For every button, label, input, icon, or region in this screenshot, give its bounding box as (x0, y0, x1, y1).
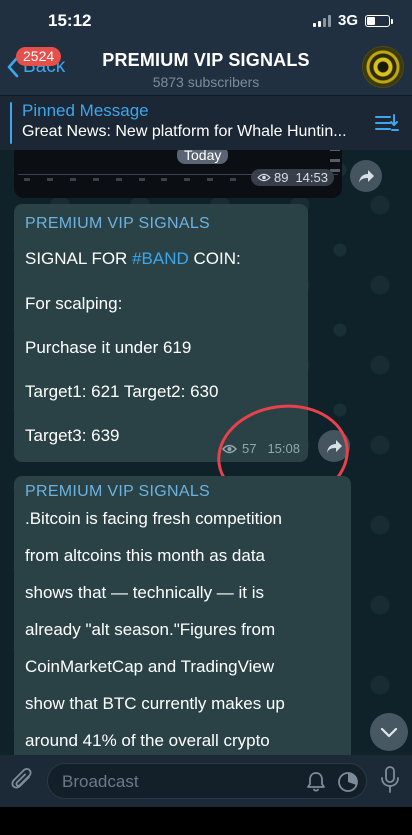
message-input-bar: Broadcast (0, 755, 412, 807)
eye-icon (257, 173, 271, 182)
pinned-text: Great News: New platform for Whale Hunti… (22, 123, 347, 140)
scroll-down-button[interactable] (370, 713, 408, 751)
photo-meta: 89 14:53 (250, 169, 334, 186)
battery-icon (365, 14, 393, 27)
pinned-list-icon[interactable] (374, 111, 400, 135)
input-placeholder: Broadcast (62, 772, 139, 791)
share-button[interactable] (350, 160, 382, 192)
news-message[interactable]: PREMIUM VIP SIGNALS .Bitcoin is facing f… (14, 476, 351, 755)
status-indicators: 3G (312, 12, 393, 29)
message-line: CoinMarketCap and TradingView (25, 657, 275, 676)
message-line: For scalping: (25, 294, 123, 313)
pinned-indicator (10, 102, 12, 144)
message-line: Target1: 621 Target2: 630 (25, 382, 219, 401)
message-line: Target3: 639 (25, 426, 120, 445)
channel-title: PREMIUM VIP SIGNALS (102, 50, 310, 70)
chat-area[interactable]: Today 89 14:53 PREMIUM VIP SIGNALS SIGNA… (0, 150, 412, 755)
timer-icon[interactable] (337, 771, 359, 793)
channel-info[interactable]: PREMIUM VIP SIGNALS 5873 subscribers (0, 50, 412, 90)
message-line: Purchase it under 619 (25, 338, 192, 357)
status-time: 15:12 (48, 11, 92, 30)
message-line: shows that — technically — it is (25, 583, 265, 602)
photo-views: 89 (273, 170, 289, 185)
signal-icon (312, 14, 331, 27)
photo-message[interactable]: Today 89 14:53 (14, 150, 342, 198)
hashtag-link[interactable]: #BAND (132, 249, 189, 268)
chat-header: Back 2524 PREMIUM VIP SIGNALS 5873 subsc… (0, 40, 412, 95)
network-label: 3G (337, 12, 358, 29)
pinned-message-bar[interactable]: Pinned Message Great News: New platform … (0, 95, 412, 150)
bell-icon[interactable] (306, 771, 326, 793)
mic-icon[interactable] (380, 765, 400, 795)
share-icon (358, 169, 374, 183)
message-line: around 41% of the overall crypto (25, 731, 270, 750)
message-line: from altcoins this month as data (25, 546, 266, 565)
channel-avatar[interactable] (362, 46, 404, 88)
message-line: show that BTC currently makes up (25, 694, 285, 713)
chevron-down-icon (380, 727, 398, 737)
message-line: .Bitcoin is facing fresh competition (25, 509, 283, 528)
photo-time: 14:53 (295, 170, 328, 185)
date-label: Today (177, 150, 229, 164)
pinned-title: Pinned Message (22, 101, 149, 120)
broadcast-input[interactable]: Broadcast (47, 763, 367, 799)
message-line: already "alt season."Figures from (25, 620, 276, 639)
home-indicator-area (0, 807, 412, 835)
subscriber-count: 5873 subscribers (152, 74, 260, 90)
status-bar: 15:12 3G (0, 0, 412, 40)
message-sender: PREMIUM VIP SIGNALS (25, 215, 211, 232)
message-line: SIGNAL FOR #BAND COIN: (25, 249, 241, 268)
message-sender: PREMIUM VIP SIGNALS (25, 483, 211, 500)
attach-icon[interactable] (10, 767, 36, 795)
